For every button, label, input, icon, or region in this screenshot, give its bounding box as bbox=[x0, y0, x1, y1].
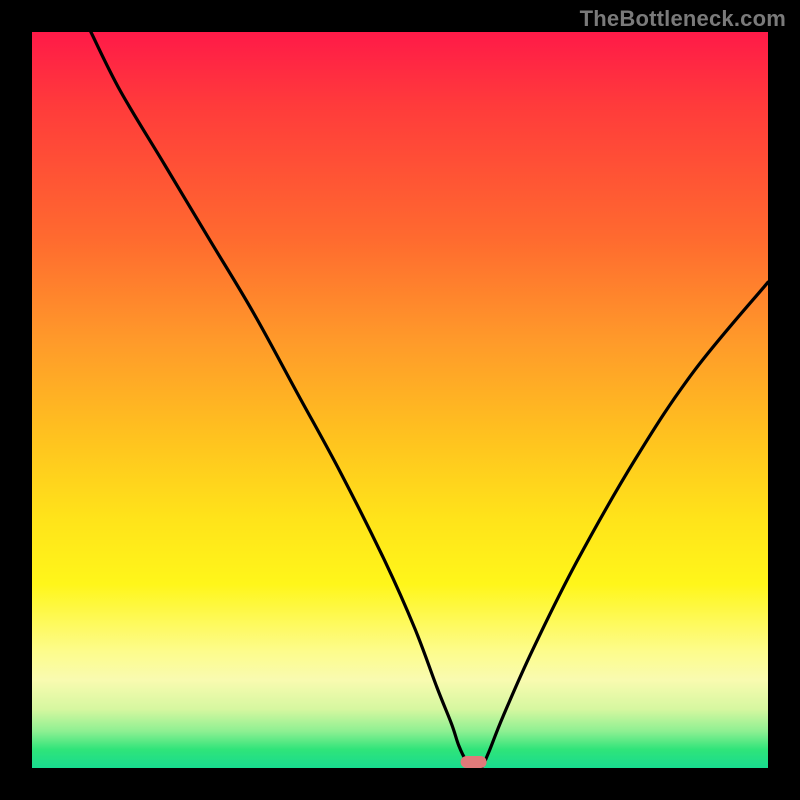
minimum-marker bbox=[461, 756, 487, 768]
watermark-text: TheBottleneck.com bbox=[580, 6, 786, 32]
curve-layer bbox=[32, 32, 768, 768]
plot-area bbox=[32, 32, 768, 768]
bottleneck-curve bbox=[91, 32, 768, 768]
chart-frame: TheBottleneck.com bbox=[0, 0, 800, 800]
